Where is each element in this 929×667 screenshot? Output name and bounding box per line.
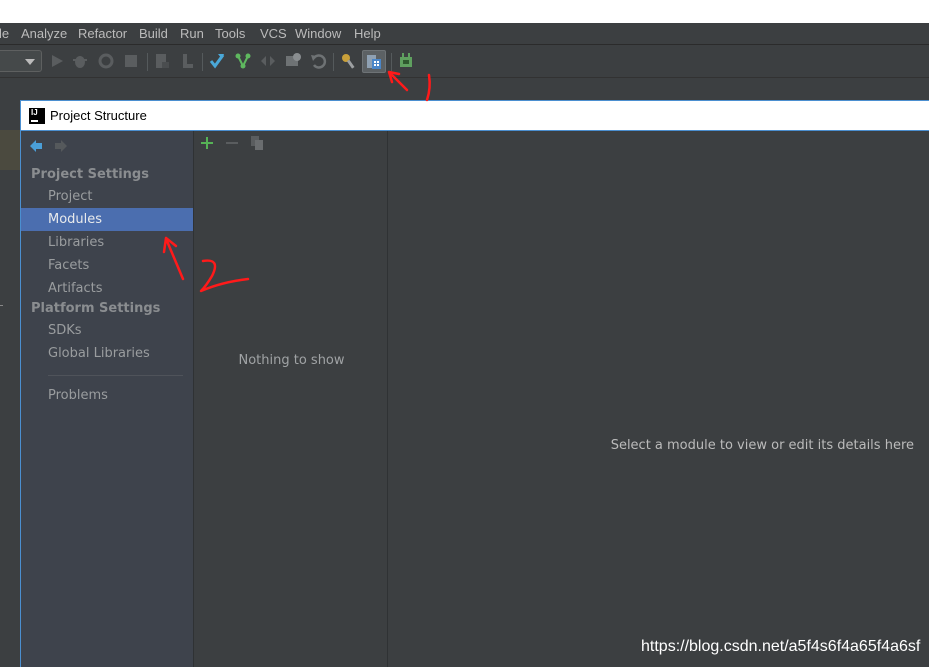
dialog-title: Project Structure [50,108,147,123]
stop-icon[interactable] [122,52,140,70]
main-toolbar [0,45,929,78]
remove-icon[interactable] [225,136,239,150]
empty-list-message: Nothing to show [238,353,345,368]
module-details-panel: Select a module to view or edit its deta… [389,131,929,667]
sidebar-item-modules[interactable]: Modules [21,208,193,231]
screen-top-margin [0,0,929,23]
sidebar-divider [48,375,183,376]
toolbar-separator [391,53,392,71]
watermark-url: https://blog.csdn.net/a5f4s6f4a65f4a6sf [641,638,921,655]
sdk-manager-icon[interactable] [397,52,415,70]
vcs-commit-icon[interactable] [234,52,252,70]
back-arrow-icon[interactable] [29,139,43,153]
toolbar-separator [202,53,203,71]
menu-build[interactable]: Build [139,26,168,41]
menu-file[interactable]: le [0,26,9,41]
project-tool-tab[interactable] [0,130,21,170]
debug-icon[interactable] [71,52,89,70]
project-structure-icon [367,55,381,69]
vcs-history-icon[interactable] [284,52,302,70]
sidebar-item-global-libraries[interactable]: Global Libraries [21,342,193,365]
project-structure-button[interactable] [362,50,386,73]
details-placeholder-message: Select a module to view or edit its deta… [610,438,914,453]
navigation-bar [0,78,929,100]
add-icon[interactable] [200,136,214,150]
strip-marker [0,305,3,306]
intellij-logo-icon: IJ [29,108,45,124]
menu-help[interactable]: Help [354,26,381,41]
menu-run[interactable]: Run [180,26,204,41]
sidebar-item-problems[interactable]: Problems [21,384,193,407]
menu-window[interactable]: Window [295,26,341,41]
ide-left-tool-strip [0,100,21,667]
coverage-icon[interactable] [97,52,115,70]
run-configuration-dropdown[interactable] [0,50,42,72]
build-icon[interactable] [153,52,171,70]
settings-sidebar: Project Settings Project Modules Librari… [21,131,193,667]
platform-settings-header: Platform Settings [31,301,161,316]
vcs-update-icon[interactable] [208,52,226,70]
chevron-down-icon [25,59,35,65]
vcs-compare-icon[interactable] [259,52,277,70]
settings-icon[interactable] [340,52,358,70]
menu-analyze[interactable]: Analyze [21,26,67,41]
project-settings-header: Project Settings [31,167,149,182]
revert-icon[interactable] [309,52,327,70]
copy-icon[interactable] [250,135,264,151]
run-icon[interactable] [48,52,66,70]
sidebar-item-facets[interactable]: Facets [21,254,193,277]
menu-vcs[interactable]: VCS [260,26,287,41]
menu-refactor[interactable]: Refactor [78,26,127,41]
dialog-title-bar[interactable]: IJ Project Structure [21,100,929,131]
toolbar-separator [147,53,148,71]
menu-tools[interactable]: Tools [215,26,245,41]
project-structure-dialog: IJ Project Structure Project Settings Pr… [20,100,929,667]
sidebar-item-sdks[interactable]: SDKs [21,319,193,342]
modules-list-panel: Nothing to show [193,131,388,667]
forward-arrow-icon[interactable] [54,139,68,153]
sidebar-item-artifacts[interactable]: Artifacts [21,277,193,300]
profile-icon[interactable] [178,52,196,70]
toolbar-separator [333,53,334,71]
modules-list-toolbar [194,131,389,157]
sidebar-item-project[interactable]: Project [21,185,193,208]
menu-bar: le Analyze Refactor Build Run Tools VCS … [0,23,929,45]
sidebar-item-libraries[interactable]: Libraries [21,231,193,254]
